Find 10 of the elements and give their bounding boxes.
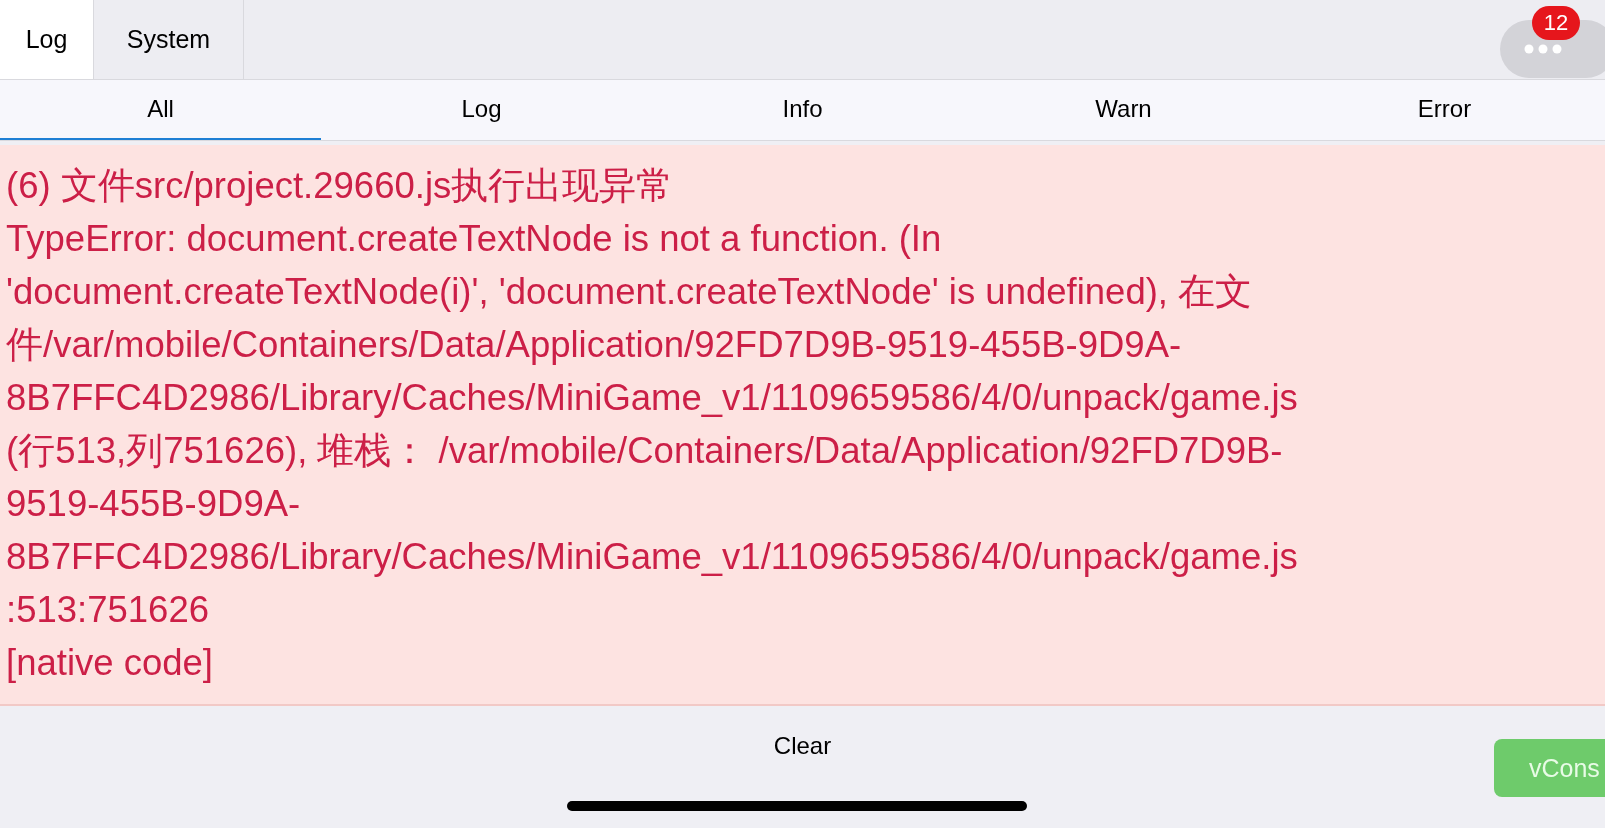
clear-button[interactable]: Clear xyxy=(763,706,842,786)
panel-tab[interactable]: System xyxy=(94,0,244,79)
panel-tab[interactable]: Log xyxy=(0,0,94,79)
filter-tab[interactable]: Log xyxy=(321,80,642,140)
filter-tab[interactable]: Error xyxy=(1284,80,1605,140)
filter-tab[interactable]: Warn xyxy=(963,80,1284,140)
more-icon xyxy=(1524,44,1564,54)
filter-tab[interactable]: Info xyxy=(642,80,963,140)
error-message: (6) 文件src/project.29660.js执行出现异常 TypeError: document.createTextNode is not a function. (In 'document.createTextNode(i)', 'document.createTextNode' is undefined), 在文 件/var/mobile/Containers/Data/Application/92FD7D9B-9519-455B-9D9A- 8B7FFC4D2986/Library/Caches/MiniGame_v1/1109659586/4/0/unpack/game.js (行513,列751626), 堆栈： /var/mobile/Containers/Data/Application/92FD7D9B- 9519-455B-9D9A- 8B7FFC4D2986/Library/Caches/MiniGame_v1/1109659586/4/0/unpack/game.js :513:751626 [native code] xyxy=(6,164,1299,685)
filter-tab[interactable]: All xyxy=(0,80,321,140)
